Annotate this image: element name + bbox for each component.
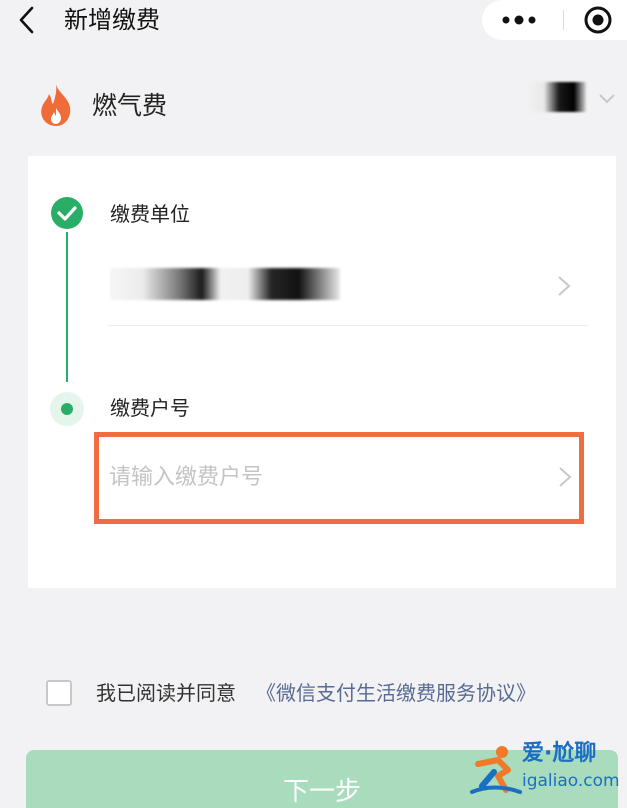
agreement-text: 我已阅读并同意	[96, 681, 236, 705]
payment-unit-selector[interactable]	[108, 256, 588, 326]
step-dot	[61, 403, 73, 415]
account-number-field[interactable]	[94, 432, 584, 524]
watermark-domain: igaliao.com	[522, 771, 620, 791]
capsule-divider	[563, 10, 564, 30]
flame-icon	[41, 84, 71, 126]
chevron-right-icon	[559, 467, 572, 487]
payment-form-card: 缴费单位 缴费户号	[28, 156, 616, 588]
agreement-link[interactable]: 《微信支付生活缴费服务协议》	[256, 678, 536, 708]
page-title: 新增缴费	[64, 6, 160, 34]
more-dots-icon[interactable]	[494, 4, 544, 36]
watermark: 爱·尬聊 igaliao.com	[468, 738, 624, 802]
agreement-checkbox[interactable]	[46, 680, 72, 706]
agreement-row: 我已阅读并同意 《微信支付生活缴费服务协议》	[46, 676, 606, 712]
bill-type-row: 燃气费	[36, 82, 615, 130]
step-connector	[66, 232, 68, 382]
watermark-title: 爱·尬聊	[522, 741, 597, 766]
chevron-left-icon[interactable]	[12, 4, 44, 36]
account-number-input[interactable]	[109, 459, 529, 495]
region-selector[interactable]	[526, 82, 616, 122]
payment-unit-value-redacted	[110, 268, 340, 300]
chevron-right-icon	[558, 276, 571, 296]
runner-logo-icon	[470, 746, 522, 794]
nav-bar: 新增缴费	[0, 0, 627, 48]
target-circle-icon[interactable]	[582, 4, 614, 36]
account-number-label: 缴费户号	[110, 396, 190, 420]
check-circle-icon	[51, 197, 83, 229]
payment-unit-label: 缴费单位	[110, 202, 190, 226]
current-step-indicator	[50, 392, 84, 426]
bill-type-name: 燃气费	[92, 91, 168, 120]
region-value-redacted	[526, 82, 586, 112]
chevron-down-icon	[599, 94, 615, 104]
